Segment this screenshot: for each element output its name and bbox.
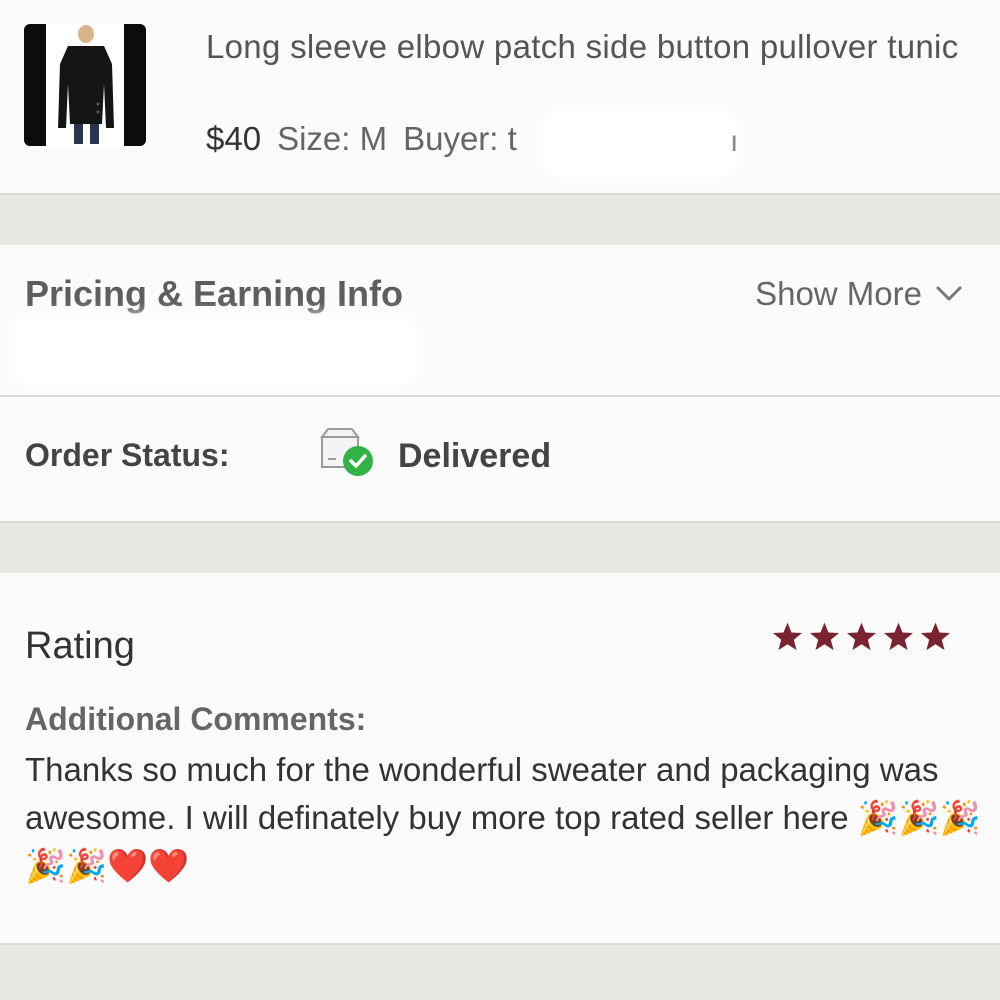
item-size: Size: M [277, 120, 388, 157]
star-icon [772, 622, 803, 651]
pricing-title: Pricing & Earning Info [25, 273, 404, 314]
item-summary-card[interactable]: Long sleeve elbow patch side button pull… [0, 0, 1000, 195]
delivered-box-check-icon [320, 428, 373, 476]
pricing-card: Pricing & Earning Info Show More [0, 245, 1000, 397]
rating-card: Rating Additional Comments: Thanks so mu… [0, 573, 1000, 945]
rating-label: Rating [25, 625, 135, 667]
redacted-earnings [20, 325, 410, 375]
thumbnail-right-bar [124, 24, 146, 146]
show-more-button[interactable]: Show More [755, 275, 962, 313]
item-title[interactable]: Long sleeve elbow patch side button pull… [206, 22, 976, 71]
order-status-label: Order Status: [25, 437, 230, 473]
chevron-down-icon [936, 286, 962, 301]
buyer-label: Buyer: t [403, 120, 517, 157]
item-price: $40 [206, 120, 262, 157]
order-status-card: Order Status: Delivered [0, 397, 1000, 523]
star-rating [771, 621, 952, 653]
redacted-buyer-name [550, 118, 730, 166]
tunic-image [46, 24, 124, 146]
thumbnail-left-bar [24, 24, 46, 146]
order-status-value: Delivered [398, 437, 552, 475]
star-icon [920, 622, 951, 651]
item-meta: $40 Size: M Buyer: t [206, 120, 517, 158]
item-thumbnail[interactable] [24, 24, 146, 146]
star-icon [846, 622, 877, 651]
show-more-label: Show More [755, 275, 922, 312]
additional-comments-text: Thanks so much for the wonderful sweater… [25, 751, 982, 884]
star-icon [883, 622, 914, 651]
buyer-name-tail: ı [730, 125, 739, 158]
additional-comments-label: Additional Comments: [25, 701, 367, 737]
star-icon [809, 622, 840, 651]
